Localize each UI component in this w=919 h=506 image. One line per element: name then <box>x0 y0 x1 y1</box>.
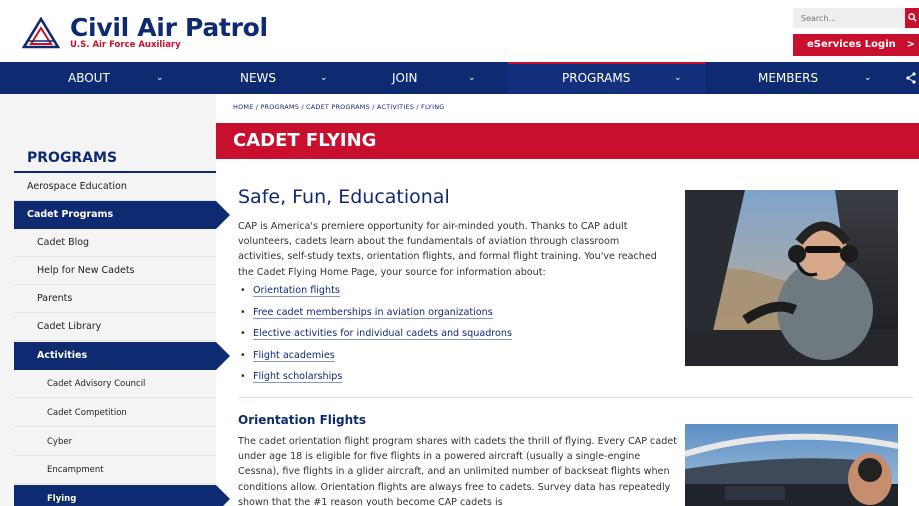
nav-label: NEWS <box>240 71 277 85</box>
chevron-down-icon: ⌄ <box>864 73 872 83</box>
sidebar-item-cadet-advisory-council[interactable]: Cadet Advisory Council <box>14 370 216 398</box>
site-header: Civil Air Patrol U.S. Air Force Auxiliar… <box>0 0 919 62</box>
topic-link[interactable]: Flight academies <box>253 349 335 362</box>
cadet-pilot-photo <box>685 190 898 366</box>
sidebar-item-activities[interactable]: Activities <box>14 342 230 370</box>
eservices-label: eServices Login <box>807 39 896 50</box>
eservices-login-button[interactable]: eServices Login > <box>793 34 919 56</box>
nav-item-members[interactable]: MEMBERS ⌄ <box>706 62 919 94</box>
section-heading-orientation: Orientation Flights <box>238 413 366 427</box>
sidebar-item-flying[interactable]: Flying <box>14 485 230 506</box>
list-item[interactable]: Flight academies <box>238 348 512 370</box>
cap-triangle-logo-icon <box>22 17 60 49</box>
topic-list: Orientation flights Free cadet membershi… <box>238 283 512 391</box>
list-item[interactable]: Orientation flights <box>238 283 512 305</box>
search-input[interactable] <box>793 8 905 28</box>
content-divider <box>238 397 913 398</box>
sidebar-item-help-for-new-cadets[interactable]: Help for New Cadets <box>14 257 216 285</box>
sidebar-item-cadet-competition[interactable]: Cadet Competition <box>14 399 216 427</box>
search-button[interactable] <box>905 8 919 28</box>
sidebar-item-cadet-blog[interactable]: Cadet Blog <box>14 229 216 257</box>
sidebar-item-aerospace-education[interactable]: Aerospace Education <box>14 173 216 201</box>
search-icon <box>907 13 917 22</box>
logo-title: Civil Air Patrol <box>70 13 268 42</box>
breadcrumb[interactable]: HOME / PROGRAMS / CADET PROGRAMS / ACTIV… <box>233 103 445 111</box>
logo-text: Civil Air Patrol U.S. Air Force Auxiliar… <box>70 13 268 50</box>
sidebar-item-cadet-programs[interactable]: Cadet Programs <box>14 201 230 229</box>
sidebar-item-cadet-library[interactable]: Cadet Library <box>14 313 216 341</box>
nav-item-about[interactable]: ABOUT ⌄ <box>0 62 216 94</box>
nav-label: PROGRAMS <box>562 71 631 85</box>
sidebar-item-encampment[interactable]: Encampment <box>14 456 216 484</box>
intro-paragraph: CAP is America's premiere opportunity fo… <box>238 221 657 278</box>
sidebar-heading: PROGRAMS <box>27 150 118 166</box>
list-item[interactable]: Elective activities for individual cadet… <box>238 326 512 348</box>
topic-link[interactable]: Elective activities for individual cadet… <box>253 328 512 340</box>
sidebar-item-parents[interactable]: Parents <box>14 285 216 313</box>
cockpit-flight-photo <box>685 424 898 506</box>
list-item[interactable]: Free cadet memberships in aviation organ… <box>238 305 512 327</box>
nav-item-join[interactable]: JOIN ⌄ <box>364 62 508 94</box>
site-logo[interactable]: Civil Air Patrol U.S. Air Force Auxiliar… <box>22 13 268 50</box>
chevron-down-icon: ⌄ <box>156 73 164 83</box>
section-heading-main: Safe, Fun, Educational <box>238 186 450 208</box>
nav-item-programs[interactable]: PROGRAMS ⌄ <box>508 62 706 94</box>
topic-link[interactable]: Flight scholarships <box>253 371 343 383</box>
nav-label: MEMBERS <box>758 71 819 85</box>
nav-item-news[interactable]: NEWS ⌄ <box>216 62 364 94</box>
sidebar-item-cyber[interactable]: Cyber <box>14 428 216 456</box>
list-item[interactable]: Flight scholarships <box>238 369 512 391</box>
main-nav: ABOUT ⌄ NEWS ⌄ JOIN ⌄ PROGRAMS ⌄ MEMBERS… <box>0 62 919 94</box>
page-title: CADET FLYING <box>233 130 377 151</box>
share-icon[interactable] <box>906 72 916 84</box>
sidebar: PROGRAMS Aerospace Education Cadet Progr… <box>0 94 230 506</box>
orientation-paragraph: The cadet orientation flight program sha… <box>238 436 677 506</box>
chevron-down-icon: ⌄ <box>468 73 476 83</box>
topic-link[interactable]: Orientation flights <box>253 285 340 297</box>
chevron-down-icon: ⌄ <box>320 73 328 83</box>
chevron-down-icon: ⌄ <box>674 73 682 83</box>
chevron-right-icon: > <box>906 39 915 50</box>
topic-link[interactable]: Free cadet memberships in aviation organ… <box>253 306 493 319</box>
page-title-bar: CADET FLYING <box>216 123 919 159</box>
nav-label: JOIN <box>392 71 418 85</box>
nav-label: ABOUT <box>68 71 110 85</box>
